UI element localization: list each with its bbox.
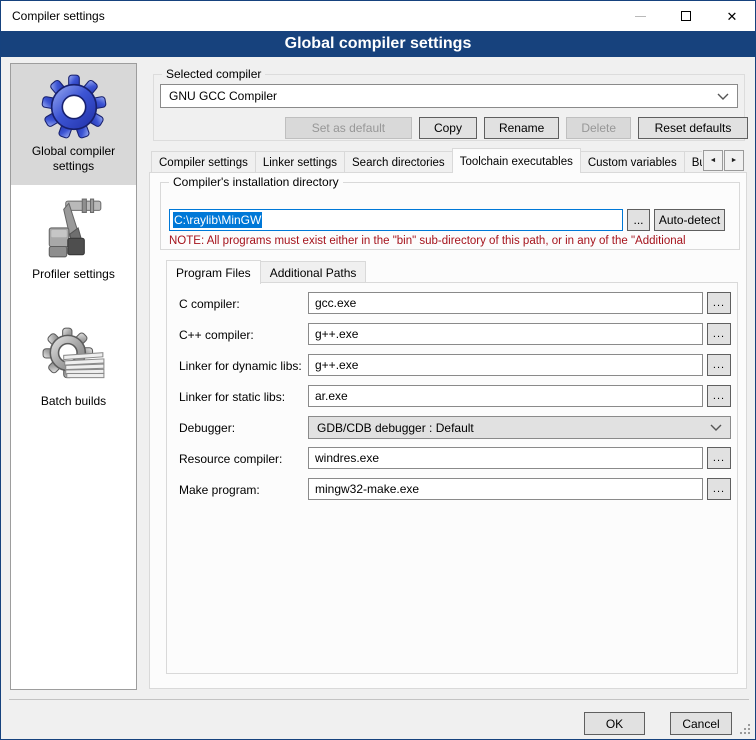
installation-directory-group-label: Compiler's installation directory	[169, 175, 343, 189]
cpp-compiler-label: C++ compiler:	[179, 328, 254, 342]
resource-compiler-input[interactable]: windres.exe	[308, 447, 703, 469]
resource-compiler-browse-button[interactable]: ...	[707, 447, 731, 469]
minimize-button[interactable]	[617, 1, 663, 31]
linker-dynamic-input[interactable]: g++.exe	[308, 354, 703, 376]
footer-divider	[9, 699, 749, 700]
installation-directory-group: Compiler's installation directory C:\ray…	[160, 182, 740, 250]
c-compiler-input[interactable]: gcc.exe	[308, 292, 703, 314]
selected-compiler-group: Selected compiler GNU GCC Compiler Set a…	[153, 74, 745, 141]
linker-static-label: Linker for static libs:	[179, 390, 285, 404]
set-as-default-button[interactable]: Set as default	[285, 117, 412, 139]
settings-tab-strip: Compiler settings Linker settings Search…	[151, 147, 702, 173]
make-program-value: mingw32-make.exe	[315, 482, 419, 496]
compiler-select[interactable]: GNU GCC Compiler	[160, 84, 738, 108]
resource-compiler-label: Resource compiler:	[179, 452, 282, 466]
tab-program-files[interactable]: Program Files	[166, 260, 261, 284]
cpp-compiler-input[interactable]: g++.exe	[308, 323, 703, 345]
linker-static-browse-button[interactable]: ...	[707, 385, 731, 407]
minimize-icon	[635, 16, 646, 17]
delete-button[interactable]: Delete	[566, 117, 631, 139]
maximize-icon	[681, 11, 691, 21]
reset-defaults-button[interactable]: Reset defaults	[638, 117, 748, 139]
close-icon: ✕	[727, 10, 738, 23]
program-files-tab-strip: Program Files Additional Paths	[166, 259, 365, 283]
gear-stack-icon	[39, 322, 109, 392]
chevron-down-icon	[717, 93, 729, 100]
title-bar: Compiler settings ✕	[1, 1, 755, 31]
compiler-settings-dialog: Compiler settings ✕ Global compiler sett…	[0, 0, 756, 740]
resize-grip-icon[interactable]	[739, 723, 751, 735]
cpp-compiler-browse-button[interactable]: ...	[707, 323, 731, 345]
tab-build-options[interactable]: Builc	[684, 151, 702, 173]
tab-search-directories[interactable]: Search directories	[344, 151, 453, 173]
make-program-browse-button[interactable]: ...	[707, 478, 731, 500]
ok-button[interactable]: OK	[584, 712, 645, 735]
sidebar-item-label: Global compiler settings	[11, 142, 136, 182]
linker-static-value: ar.exe	[315, 389, 348, 403]
c-compiler-value: gcc.exe	[315, 296, 356, 310]
compiler-select-value: GNU GCC Compiler	[169, 89, 277, 103]
chevron-down-icon	[710, 424, 722, 431]
tab-toolchain-executables[interactable]: Toolchain executables	[452, 148, 581, 173]
maximize-button[interactable]	[663, 1, 709, 31]
linker-dynamic-label: Linker for dynamic libs:	[179, 359, 302, 373]
bin-subdirectory-note: NOTE: All programs must exist either in …	[169, 235, 737, 247]
window-title: Compiler settings	[12, 9, 105, 23]
tab-scroll-left-button[interactable]: ◄	[703, 150, 723, 171]
installation-directory-browse-button[interactable]: ...	[627, 209, 650, 231]
tab-custom-variables[interactable]: Custom variables	[580, 151, 685, 173]
resource-compiler-value: windres.exe	[315, 451, 379, 465]
c-compiler-label: C compiler:	[179, 297, 240, 311]
sidebar-item-global-compiler-settings[interactable]: Global compiler settings	[11, 64, 136, 185]
gear-blue-icon	[39, 72, 109, 142]
cancel-button[interactable]: Cancel	[670, 712, 732, 735]
installation-directory-input[interactable]: C:\raylib\MinGW	[169, 209, 623, 231]
tab-scroll-right-button[interactable]: ►	[724, 150, 744, 171]
close-button[interactable]: ✕	[709, 1, 755, 31]
make-program-label: Make program:	[179, 483, 260, 497]
program-files-page: C compiler: gcc.exe ... C++ compiler: g+…	[166, 282, 738, 674]
selected-compiler-group-label: Selected compiler	[162, 67, 265, 81]
sidebar-item-label: Batch builds	[37, 392, 110, 417]
debugger-value: GDB/CDB debugger : Default	[317, 421, 474, 435]
sidebar-item-profiler-settings[interactable]: Profiler settings	[11, 195, 136, 290]
rename-button[interactable]: Rename	[484, 117, 559, 139]
settings-category-list: Global compiler settings	[10, 63, 137, 690]
tab-additional-paths[interactable]: Additional Paths	[260, 261, 367, 283]
make-program-input[interactable]: mingw32-make.exe	[308, 478, 703, 500]
installation-directory-value: C:\raylib\MinGW	[173, 212, 262, 228]
sidebar-item-batch-builds[interactable]: Batch builds	[11, 322, 136, 417]
c-compiler-browse-button[interactable]: ...	[707, 292, 731, 314]
tab-compiler-settings[interactable]: Compiler settings	[151, 151, 256, 173]
auto-detect-button[interactable]: Auto-detect	[654, 209, 725, 231]
cpp-compiler-value: g++.exe	[315, 327, 358, 341]
linker-static-input[interactable]: ar.exe	[308, 385, 703, 407]
tab-linker-settings[interactable]: Linker settings	[255, 151, 345, 173]
linker-dynamic-browse-button[interactable]: ...	[707, 354, 731, 376]
copy-button[interactable]: Copy	[419, 117, 477, 139]
linker-dynamic-value: g++.exe	[315, 358, 358, 372]
caliper-icon	[39, 195, 109, 265]
page-title: Global compiler settings	[1, 31, 755, 57]
toolchain-executables-page: Compiler's installation directory C:\ray…	[149, 172, 747, 689]
debugger-label: Debugger:	[179, 421, 235, 435]
debugger-select[interactable]: GDB/CDB debugger : Default	[308, 416, 731, 439]
sidebar-item-label: Profiler settings	[28, 265, 119, 290]
